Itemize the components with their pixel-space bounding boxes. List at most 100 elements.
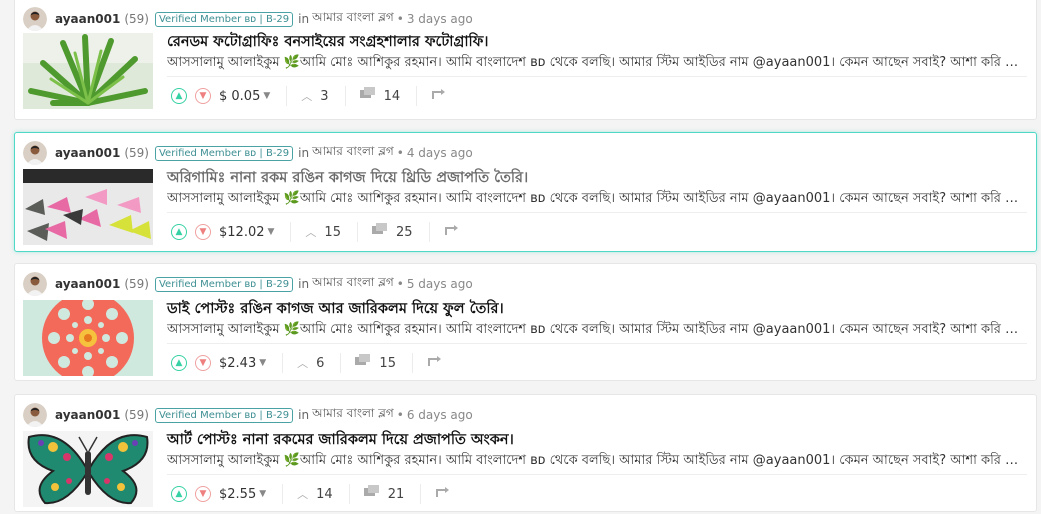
payout-value[interactable]: $ 0.05 <box>219 89 260 104</box>
chevron-up-icon[interactable]: ︿ <box>305 224 316 240</box>
caret-down-icon[interactable]: ▼ <box>263 91 270 101</box>
post-excerpt[interactable]: আসসালামু আলাইকুম 🌿আমি মোঃ আশিকুর রহমান। … <box>167 320 1025 341</box>
post-footer: ▲ ▼ $ 0.05 ▼ ︿ 3 14 <box>171 86 447 106</box>
community-link[interactable]: আমার বাংলা ব্লগ <box>312 143 394 163</box>
avatar[interactable] <box>23 7 47 31</box>
chevron-up-icon[interactable]: ︿ <box>301 88 312 104</box>
post-footer: ▲ ▼ $12.02 ▼ ︿ 15 25 <box>171 222 460 242</box>
comments-icon[interactable] <box>359 87 376 105</box>
comments-count[interactable]: 15 <box>379 356 396 371</box>
comments-count[interactable]: 21 <box>388 487 405 502</box>
post-excerpt[interactable]: আসসালামু আলাইকুম 🌿আমি মোঃ আশিকুর রহমান। … <box>167 189 1025 210</box>
post-thumbnail[interactable] <box>23 169 153 245</box>
post-title[interactable]: অরিগামিঃ নানা রকম রঙিন কাগজ দিয়ে থ্রিডি… <box>167 167 528 191</box>
avatar[interactable] <box>23 403 47 427</box>
separator-dot: • <box>396 12 404 26</box>
member-badge: Verified Member ʙᴅ | B-29 <box>154 276 294 292</box>
downvote-icon[interactable]: ▼ <box>195 224 211 240</box>
divider <box>290 222 292 242</box>
avatar[interactable] <box>23 141 47 165</box>
downvote-icon[interactable]: ▼ <box>195 88 211 104</box>
post-time[interactable]: 6 days ago <box>407 408 473 422</box>
voters-count[interactable]: 3 <box>320 89 328 104</box>
author-reputation: (59) <box>124 12 149 26</box>
payout-value[interactable]: $2.43 <box>219 356 256 371</box>
comments-count[interactable]: 25 <box>396 225 413 240</box>
community-link[interactable]: আমার বাংলা ব্লগ <box>312 274 394 294</box>
post-header: ayaan001 (59) Verified Member ʙᴅ | B-29 … <box>23 7 473 31</box>
comments-icon[interactable] <box>371 223 388 241</box>
in-label: in <box>298 146 310 160</box>
post-card[interactable]: ayaan001 (59) Verified Member ʙᴅ | B-29 … <box>14 132 1037 252</box>
upvote-icon[interactable]: ▲ <box>171 88 187 104</box>
divider <box>416 86 418 106</box>
community-link[interactable]: আমার বাংলা ব্লগ <box>312 405 394 425</box>
reblog-icon[interactable] <box>444 224 460 240</box>
post-header: ayaan001 (59) Verified Member ʙᴅ | B-29 … <box>23 141 473 165</box>
divider <box>282 484 284 504</box>
post-card[interactable]: ayaan001 (59) Verified Member ʙᴅ | B-29 … <box>14 263 1037 381</box>
post-title[interactable]: রেনডম ফটোগ্রাফিঃ বনসাইয়ের সংগ্রহশালার ফ… <box>167 31 489 55</box>
post-card[interactable]: ayaan001 (59) Verified Member ʙᴅ | B-29 … <box>14 0 1037 120</box>
upvote-icon[interactable]: ▲ <box>171 486 187 502</box>
separator-dot: • <box>396 277 404 291</box>
comments-icon[interactable] <box>355 354 371 372</box>
post-thumbnail[interactable] <box>23 300 153 376</box>
in-label: in <box>298 277 310 291</box>
divider <box>167 212 1027 213</box>
comments-icon[interactable] <box>363 485 380 503</box>
post-footer: ▲ ▼ $2.55 ▼ ︿ 14 21 <box>171 484 451 504</box>
reblog-icon[interactable] <box>435 486 451 502</box>
voters-count[interactable]: 14 <box>316 487 333 502</box>
divider <box>420 484 422 504</box>
author-reputation: (59) <box>124 408 149 422</box>
divider <box>428 222 430 242</box>
divider <box>348 484 350 504</box>
author-link[interactable]: ayaan001 <box>55 277 120 291</box>
post-time[interactable]: 3 days ago <box>407 12 473 26</box>
post-title[interactable]: ডাই পোস্টঃ রঙিন কাগজ আর জারিকলম দিয়ে ফু… <box>167 298 504 322</box>
comments-count[interactable]: 14 <box>384 89 401 104</box>
post-time[interactable]: 5 days ago <box>407 277 473 291</box>
divider <box>340 353 342 373</box>
voters-count[interactable]: 6 <box>316 356 324 371</box>
post-thumbnail[interactable] <box>23 33 153 109</box>
upvote-icon[interactable]: ▲ <box>171 224 187 240</box>
author-reputation: (59) <box>124 277 149 291</box>
divider <box>286 86 288 106</box>
community-link[interactable]: আমার বাংলা ব্লগ <box>312 9 394 29</box>
post-thumbnail[interactable] <box>23 431 153 507</box>
chevron-up-icon[interactable]: ︿ <box>297 486 308 502</box>
post-card[interactable]: ayaan001 (59) Verified Member ʙᴅ | B-29 … <box>14 394 1037 512</box>
member-badge: Verified Member ʙᴅ | B-29 <box>154 11 294 27</box>
post-excerpt[interactable]: আসসালামু আলাইকুম 🌿আমি মোঃ আশিকুর রহমান। … <box>167 53 1025 74</box>
post-title[interactable]: আর্ট পোস্টঃ নানা রকমের জারিকলম দিয়ে প্র… <box>167 429 514 453</box>
upvote-icon[interactable]: ▲ <box>171 355 187 371</box>
member-badge: Verified Member ʙᴅ | B-29 <box>154 407 294 423</box>
in-label: in <box>298 12 310 26</box>
caret-down-icon[interactable]: ▼ <box>268 227 275 237</box>
post-excerpt[interactable]: আসসালামু আলাইকুম 🌿আমি মোঃ আশিকুর রহমান। … <box>167 451 1025 472</box>
divider <box>167 76 1027 77</box>
caret-down-icon[interactable]: ▼ <box>259 489 266 499</box>
caret-down-icon[interactable]: ▼ <box>259 358 266 368</box>
divider <box>356 222 358 242</box>
reblog-icon[interactable] <box>427 355 443 371</box>
post-time[interactable]: 4 days ago <box>407 146 473 160</box>
reblog-icon[interactable] <box>431 88 447 104</box>
author-link[interactable]: ayaan001 <box>55 408 120 422</box>
avatar[interactable] <box>23 272 47 296</box>
chevron-up-icon[interactable]: ︿ <box>297 355 308 371</box>
payout-value[interactable]: $2.55 <box>219 487 256 502</box>
payout-value[interactable]: $12.02 <box>219 225 265 240</box>
divider <box>282 353 284 373</box>
post-footer: ▲ ▼ $2.43 ▼ ︿ 6 15 <box>171 353 443 373</box>
divider <box>411 353 413 373</box>
separator-dot: • <box>396 146 404 160</box>
voters-count[interactable]: 15 <box>324 225 341 240</box>
downvote-icon[interactable]: ▼ <box>195 355 211 371</box>
author-link[interactable]: ayaan001 <box>55 12 120 26</box>
downvote-icon[interactable]: ▼ <box>195 486 211 502</box>
divider <box>344 86 346 106</box>
author-link[interactable]: ayaan001 <box>55 146 120 160</box>
